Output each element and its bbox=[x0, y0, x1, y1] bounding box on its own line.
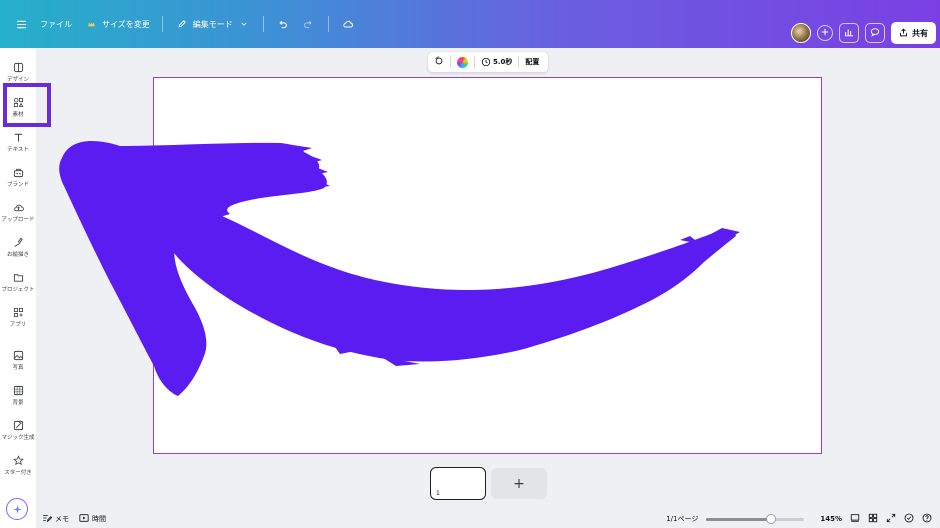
main-menu-button[interactable] bbox=[8, 13, 34, 35]
divider bbox=[518, 56, 520, 68]
sidebar-item-label: マジック生成 bbox=[1, 434, 35, 441]
upload-icon bbox=[13, 204, 24, 211]
clock-icon bbox=[481, 57, 491, 67]
notes-label: メモ bbox=[55, 515, 69, 523]
comments-button[interactable] bbox=[865, 23, 885, 43]
text-icon bbox=[14, 133, 22, 142]
sidebar-item-label: ブランド bbox=[6, 181, 29, 188]
zoom-slider[interactable] bbox=[706, 514, 805, 524]
sidebar-item-label: 写真 bbox=[12, 364, 24, 371]
sidebar-item-label: テキスト bbox=[7, 146, 29, 153]
sidebar-item-label: アプリ bbox=[9, 321, 27, 328]
color-picker-icon[interactable] bbox=[457, 56, 468, 68]
fullscreen-icon[interactable] bbox=[886, 513, 896, 525]
active-item-highlight bbox=[3, 83, 51, 127]
design-canvas[interactable] bbox=[153, 77, 822, 454]
sidebar-item-label: デザイン bbox=[6, 76, 29, 83]
avatar[interactable] bbox=[791, 23, 811, 43]
bar-chart-icon bbox=[844, 27, 854, 39]
position-button[interactable]: 配置 bbox=[525, 57, 539, 67]
sidebar-item-brand[interactable]: ブランド bbox=[0, 160, 36, 194]
magic-icon bbox=[13, 420, 23, 430]
draw-icon bbox=[13, 237, 23, 247]
redo-button[interactable] bbox=[296, 13, 322, 35]
plus-icon bbox=[821, 28, 829, 38]
sidebar-item-apps[interactable]: アプリ bbox=[0, 300, 36, 334]
divider bbox=[262, 16, 264, 32]
crown-icon bbox=[84, 17, 98, 31]
undo-icon bbox=[276, 17, 290, 31]
share-label: 共有 bbox=[912, 28, 928, 38]
design-icon bbox=[13, 62, 23, 72]
undo-button[interactable] bbox=[270, 13, 296, 35]
pencil-icon bbox=[175, 17, 189, 31]
cloud-icon bbox=[341, 17, 355, 31]
bottom-bar: メモ 時間 1/1ページ 145% bbox=[36, 510, 940, 528]
duration-label: 5.0秒 bbox=[493, 58, 513, 66]
page-number: 1 bbox=[436, 490, 440, 497]
duration-button[interactable]: 5.0秒 bbox=[481, 57, 512, 67]
sidebar-item-label: アップロード bbox=[1, 216, 35, 223]
edit-mode-dropdown[interactable]: 編集モード bbox=[169, 13, 257, 35]
resize-button[interactable]: サイズを変更 bbox=[78, 13, 156, 35]
page-thumbnail[interactable]: 1 bbox=[430, 467, 486, 500]
sidebar-item-label: 背景 bbox=[12, 399, 24, 406]
timer-button[interactable]: 時間 bbox=[79, 513, 106, 525]
sidebar-item-label: スター付き bbox=[4, 469, 32, 476]
sidebar-item-magic[interactable]: マジック生成 bbox=[0, 413, 36, 447]
redo-icon bbox=[302, 17, 316, 31]
topbar-right: 共有 bbox=[791, 22, 936, 44]
star-icon bbox=[12, 454, 24, 465]
chevron-down-icon bbox=[237, 17, 251, 31]
sidebar-item-projects[interactable]: プロジェクト bbox=[0, 265, 36, 299]
context-toolbar: 5.0秒 配置 bbox=[428, 52, 548, 72]
add-page-button[interactable]: + bbox=[491, 468, 547, 499]
hamburger-icon bbox=[14, 17, 28, 31]
timer-label: 時間 bbox=[92, 515, 106, 523]
page-indicator: 1/1ページ bbox=[666, 515, 699, 523]
sidebar-item-upload[interactable]: アップロード bbox=[0, 195, 36, 229]
notes-icon bbox=[42, 513, 53, 525]
page-view-icon[interactable] bbox=[850, 513, 860, 525]
plus-icon: + bbox=[513, 475, 525, 492]
apps-icon bbox=[13, 307, 23, 317]
comment-icon bbox=[870, 27, 880, 39]
divider bbox=[450, 56, 451, 68]
zoom-slider-handle[interactable] bbox=[766, 514, 777, 524]
cloud-save-status[interactable] bbox=[335, 13, 361, 35]
folder-icon bbox=[13, 273, 23, 282]
notes-button[interactable]: メモ bbox=[42, 513, 69, 525]
sidebar-item-starred[interactable]: スター付き bbox=[0, 448, 36, 482]
top-bar: ファイル サイズを変更 編集モード 共有 bbox=[0, 0, 940, 48]
play-icon bbox=[79, 513, 89, 525]
insights-button[interactable] bbox=[839, 23, 859, 43]
sidebar-item-label: お絵描き bbox=[6, 251, 29, 258]
file-menu-label: ファイル bbox=[40, 19, 72, 29]
sidebar-item-label: プロジェクト bbox=[1, 286, 35, 293]
divider bbox=[161, 16, 163, 32]
animate-icon[interactable] bbox=[434, 56, 444, 68]
sidebar-item-draw[interactable]: お絵描き bbox=[0, 230, 36, 264]
sidebar-item-text[interactable]: テキスト bbox=[0, 125, 36, 159]
divider bbox=[474, 56, 475, 68]
background-icon bbox=[13, 385, 23, 395]
magic-assistant-button[interactable] bbox=[6, 498, 28, 520]
grid-view-icon[interactable] bbox=[868, 513, 878, 525]
edit-mode-label: 編集モード bbox=[192, 19, 233, 29]
file-menu-button[interactable]: ファイル bbox=[34, 15, 78, 34]
zoom-slider-fill bbox=[706, 517, 772, 521]
help-icon[interactable] bbox=[922, 513, 932, 525]
check-icon[interactable] bbox=[904, 513, 914, 525]
brand-icon bbox=[13, 168, 23, 177]
photo-icon bbox=[13, 350, 23, 360]
resize-label: サイズを変更 bbox=[102, 19, 150, 29]
sidebar-item-backgrounds[interactable]: 背景 bbox=[0, 378, 36, 412]
share-icon bbox=[899, 27, 908, 39]
share-button[interactable]: 共有 bbox=[891, 22, 936, 44]
divider bbox=[327, 16, 329, 32]
add-collaborator-button[interactable] bbox=[817, 25, 833, 41]
zoom-level[interactable]: 145% bbox=[820, 515, 842, 523]
sidebar-item-photos[interactable]: 写真 bbox=[0, 343, 36, 377]
sparkle-icon bbox=[12, 500, 23, 519]
